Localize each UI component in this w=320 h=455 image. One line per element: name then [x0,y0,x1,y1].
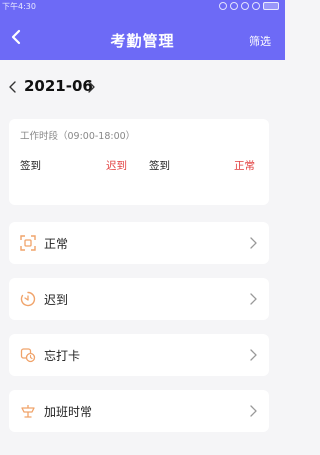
month-selector: 2021-06 [0,60,285,112]
checkin-status-late: 迟到 [106,160,127,172]
scan-frame-icon [20,235,36,251]
status-bar: 下午4:30 [0,0,285,14]
category-label: 正常 [44,237,69,251]
chevron-right-icon [250,293,257,305]
alarm-icon [230,2,238,10]
checkin-label: 签到 [149,160,170,172]
category-label: 忘打卡 [44,349,81,363]
attendance-page: 下午4:30 考勤管理 筛选 2021-06 工作时段（09:00-18:00）… [0,0,285,455]
chevron-right-icon [250,405,257,417]
category-normal[interactable]: 正常 [9,222,269,264]
bluetooth-icon [219,2,227,10]
month-label: 2021-06 [24,77,93,95]
wifi-icon [252,2,260,10]
category-label: 加班时常 [44,405,93,419]
header-bar: 下午4:30 考勤管理 筛选 [0,0,285,60]
overtime-icon [21,405,35,418]
battery-icon [263,2,279,10]
attendance-card: 工作时段（09:00-18:00） 签到 迟到 签到 正常 [9,119,269,205]
category-label: 迟到 [44,293,69,307]
next-month-icon[interactable] [86,81,96,93]
timer-icon [20,291,36,307]
filter-button[interactable]: 筛选 [249,33,271,49]
status-icons [219,2,279,10]
chevron-right-icon [250,237,257,249]
category-late[interactable]: 迟到 [9,278,269,320]
mute-icon [241,2,249,10]
category-missed-punch[interactable]: 忘打卡 [9,334,269,376]
page-title: 考勤管理 [110,32,175,50]
missed-punch-icon [20,348,36,363]
previous-month-icon[interactable] [8,81,18,93]
shift-time: 工作时段（09:00-18:00） [20,131,136,142]
category-overtime[interactable]: 加班时常 [9,390,269,432]
checkin-status-normal: 正常 [234,160,255,172]
chevron-right-icon [250,349,257,361]
status-time: 下午4:30 [2,2,36,11]
checkin-label: 签到 [20,160,41,172]
